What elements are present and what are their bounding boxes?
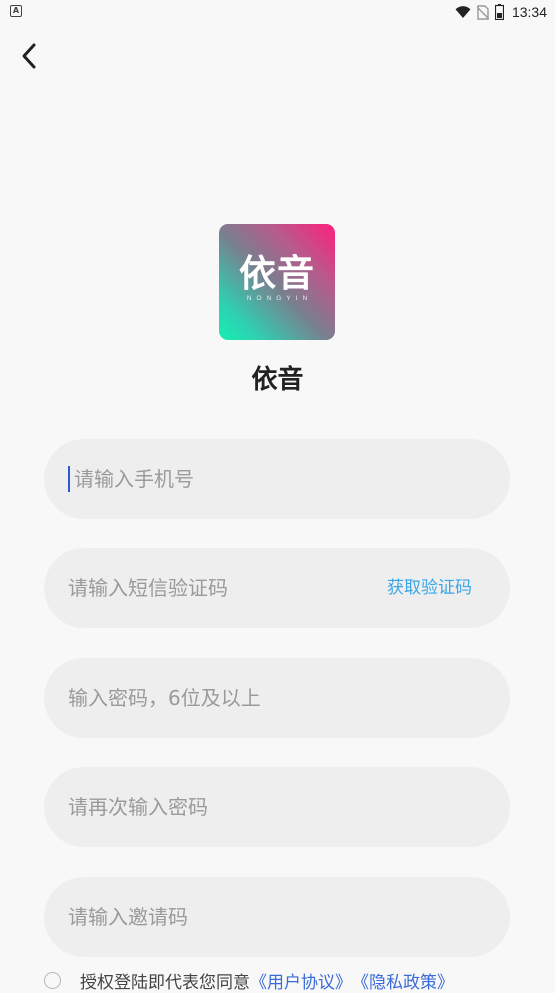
- logo-subtitle: NONGYIN: [246, 295, 313, 302]
- sms-code-input[interactable]: [68, 548, 358, 628]
- text-cursor: [68, 466, 70, 492]
- battery-icon: [494, 4, 504, 20]
- status-bar: A 13:34: [0, 0, 555, 24]
- app-logo: 依音 NONGYIN: [219, 224, 335, 340]
- invite-code-field[interactable]: [44, 877, 510, 957]
- logo-title: 依音: [239, 252, 315, 295]
- status-icons: 13:34: [455, 3, 547, 21]
- app-name: 依音: [251, 365, 304, 395]
- confirm-password-input[interactable]: [68, 767, 368, 847]
- password-input[interactable]: [68, 658, 368, 738]
- password-field[interactable]: [44, 658, 510, 738]
- invite-code-input[interactable]: [68, 877, 368, 957]
- app-notification-icon: A: [10, 5, 22, 17]
- chevron-left-icon: [22, 43, 36, 69]
- get-code-button[interactable]: 获取验证码: [387, 548, 472, 628]
- agreement-radio[interactable]: [44, 971, 61, 989]
- agreement-text: 授权登陆即代表您同意: [80, 972, 250, 993]
- sms-code-field[interactable]: 获取验证码: [44, 548, 510, 628]
- user-agreement-link[interactable]: 《用户协议》: [250, 968, 352, 993]
- phone-input[interactable]: [74, 439, 374, 519]
- privacy-policy-link[interactable]: 《隐私政策》: [352, 968, 454, 993]
- phone-field[interactable]: [44, 439, 510, 519]
- no-sim-icon: [476, 4, 489, 20]
- agreement-row: 授权登陆即代表您同意 《用户协议》 《隐私政策》: [44, 968, 454, 993]
- status-time: 13:34: [511, 4, 547, 20]
- confirm-password-field[interactable]: [44, 767, 510, 847]
- wifi-icon: [455, 6, 471, 18]
- back-button[interactable]: [14, 40, 46, 72]
